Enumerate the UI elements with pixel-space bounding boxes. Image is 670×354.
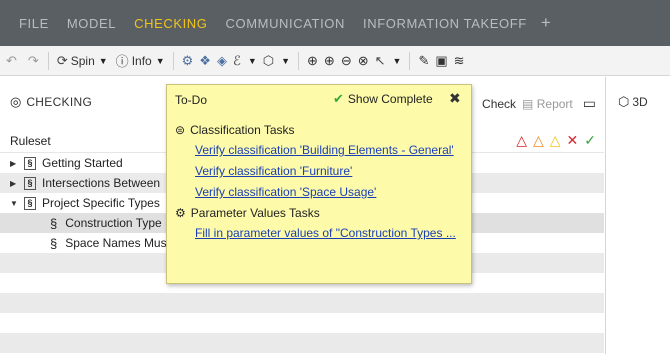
expand-arrow-icon[interactable]: ▶: [10, 179, 20, 188]
rejected-icon[interactable]: ✕: [567, 132, 579, 149]
menu-model[interactable]: MODEL: [67, 16, 116, 31]
spin-dropdown[interactable]: ⟳ Spin ▼: [57, 53, 108, 69]
chevron-down-icon: ▼: [247, 55, 257, 66]
collapse-arrow-icon[interactable]: ▼: [10, 199, 20, 208]
markup-icon[interactable]: ✎: [418, 53, 429, 69]
empty-row: [0, 293, 604, 313]
report-icon: ▤: [522, 96, 534, 111]
expand-arrow-icon[interactable]: ▶: [10, 159, 20, 168]
gear-icon: ⚙: [175, 206, 186, 220]
selection-filter-dropdown[interactable]: ℰ ▼: [233, 53, 257, 69]
task-link[interactable]: Fill in parameter values of "Constructio…: [195, 226, 456, 240]
select-components-icon[interactable]: ⚙: [182, 53, 194, 69]
menu-information-takeoff[interactable]: INFORMATION TAKEOFF: [363, 16, 527, 31]
view-cube-dropdown[interactable]: ⬡ ▼: [263, 53, 290, 69]
parameter-values-tasks-header: ⚙ Parameter Values Tasks: [175, 206, 320, 220]
rotate-icon: ⟳: [56, 52, 68, 68]
critical-severity-icon[interactable]: △: [516, 132, 527, 149]
report-button[interactable]: ▤ Report: [522, 97, 573, 111]
toolbar-divider: [409, 51, 411, 70]
3d-label: 3D: [632, 95, 648, 109]
menu-bar: FILE MODEL CHECKING COMMUNICATION INFORM…: [0, 0, 670, 46]
info-label: Info: [131, 53, 152, 68]
panel-actions: Check ▤ Report ▭: [482, 95, 596, 112]
measure-icon: ↖: [374, 52, 386, 68]
redo-icon: ↷: [27, 52, 39, 68]
menu-checking[interactable]: CHECKING: [134, 16, 207, 31]
toolbar-divider: [298, 51, 300, 70]
chevron-down-icon: ▼: [98, 55, 108, 66]
low-severity-icon[interactable]: △: [550, 132, 561, 149]
select-similar-icon[interactable]: ◈: [217, 53, 227, 69]
checking-icon: ◎: [10, 94, 22, 109]
layers-icon[interactable]: ≋: [454, 53, 465, 69]
spin-label: Spin: [70, 53, 95, 68]
zoom-window-icon[interactable]: ⊗: [358, 53, 369, 69]
show-complete-toggle[interactable]: ✔ Show Complete: [333, 91, 433, 107]
todo-title: To-Do: [175, 93, 208, 107]
zoom-in-icon[interactable]: ⊕: [324, 53, 335, 69]
panel-title: CHECKING: [26, 95, 93, 109]
3d-panel-title[interactable]: ⬡ 3D: [618, 94, 648, 110]
rule-icon: §: [50, 235, 58, 251]
row-label: Construction Type: [65, 216, 162, 230]
chevron-down-icon: ▼: [281, 55, 291, 66]
check-icon: ✔: [333, 91, 344, 106]
menu-file[interactable]: FILE: [19, 16, 49, 31]
section-label: Classification Tasks: [190, 123, 295, 137]
cube-icon: ⬡: [262, 52, 275, 68]
row-label: Project Specific Types: [42, 196, 160, 210]
menu-communication[interactable]: COMMUNICATION: [226, 16, 346, 31]
chevron-down-icon: ▼: [392, 55, 402, 66]
zoom-out-icon[interactable]: ⊖: [341, 53, 352, 69]
redo-button[interactable]: ↷: [28, 53, 42, 69]
task-link[interactable]: Verify classification 'Building Elements…: [195, 143, 454, 157]
undo-icon: ↶: [6, 52, 17, 68]
classification-icon: ⊜: [175, 123, 186, 137]
classification-tasks-header: ⊜ Classification Tasks: [175, 123, 295, 137]
task-link[interactable]: Verify classification 'Space Usage': [195, 185, 376, 199]
cube-icon: ⬡: [618, 94, 630, 109]
severity-filters: △ △ △ ✕ ✓: [516, 132, 596, 149]
toolbar-divider: [172, 51, 174, 70]
3d-panel: ⬡ 3D: [605, 77, 670, 354]
toolbar-divider: [47, 51, 49, 70]
ruleset-label: Ruleset: [10, 133, 51, 148]
section-label: Parameter Values Tasks: [190, 206, 320, 220]
info-dropdown[interactable]: ⓘ Info ▼: [116, 51, 165, 70]
toolbar: ↶ ↷ ⟳ Spin ▼ ⓘ Info ▼ ⚙ ❖ ◈ ℰ ▼ ⬡ ▼ ⊕ ⊕ …: [0, 46, 670, 76]
ruleset-icon: §: [24, 196, 36, 210]
empty-row: [0, 313, 604, 333]
row-label: Getting Started: [42, 156, 123, 170]
moderate-severity-icon[interactable]: △: [533, 132, 544, 149]
zoom-fit-icon[interactable]: ⊕: [307, 53, 318, 69]
floor-plan-icon[interactable]: ▣: [435, 53, 447, 69]
chevron-down-icon: ▼: [155, 55, 165, 66]
empty-row: [0, 333, 604, 353]
select-by-type-icon[interactable]: ❖: [199, 53, 211, 69]
info-icon: ⓘ: [115, 54, 129, 69]
check-button[interactable]: Check: [482, 97, 516, 111]
panel-layout-icon[interactable]: ▭: [583, 95, 596, 112]
rule-icon: §: [50, 215, 58, 231]
ruleset-icon: §: [24, 156, 36, 170]
filter-icon: ℰ: [232, 52, 241, 68]
measure-dropdown[interactable]: ↖ ▼: [375, 53, 402, 69]
show-complete-label: Show Complete: [347, 92, 433, 106]
add-tab-button[interactable]: +: [541, 13, 551, 33]
accepted-icon[interactable]: ✓: [584, 132, 596, 149]
close-icon[interactable]: ✖: [449, 90, 461, 107]
ruleset-icon: §: [24, 176, 36, 190]
row-label: Space Names Mus: [65, 236, 167, 250]
task-link[interactable]: Verify classification 'Furniture': [195, 164, 352, 178]
todo-popup: To-Do ✔ Show Complete ✖ ⊜ Classification…: [166, 84, 472, 284]
undo-button[interactable]: ↶: [6, 53, 20, 69]
row-label: Intersections Between: [42, 176, 161, 190]
